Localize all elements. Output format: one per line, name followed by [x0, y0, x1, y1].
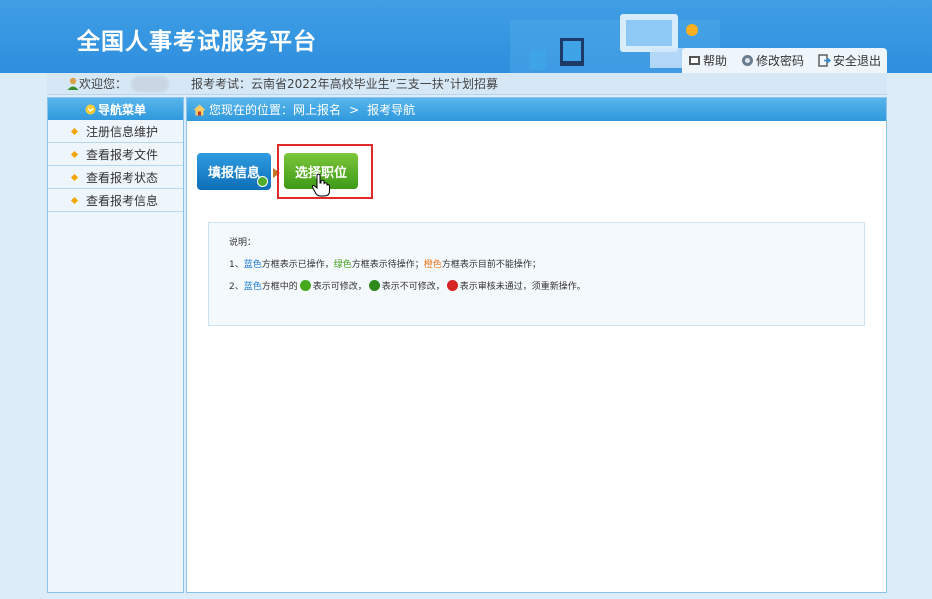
note-text: 表示审核未通过，须重新操作。 [459, 282, 586, 292]
logout-icon [818, 54, 831, 67]
user-name-blurred [131, 75, 170, 92]
editable-check-icon [299, 280, 311, 291]
breadcrumb-level2: 报考导航 [367, 103, 416, 117]
menu-toggle-icon [85, 104, 96, 114]
note-text: 方框表示已操作， [261, 260, 334, 270]
note-text: 方框中的 [261, 282, 298, 292]
hand-cursor-icon [311, 173, 330, 197]
step-fill-info-label: 填报信息 [207, 166, 260, 181]
exam-name: 云南省2022年高校毕业生“三支一扶”计划招募 [251, 77, 499, 91]
note-number: 2、 [229, 282, 244, 292]
breadcrumb-level1[interactable]: 网上报名 [293, 101, 341, 118]
green-text: 绿色 [333, 260, 352, 270]
note-text: 方框表示目前不能操作； [441, 260, 541, 270]
bullet-icon [70, 127, 79, 136]
note-number: 1、 [229, 260, 244, 270]
welcome-bar: 欢迎您： 报考考试： 云南省2022年高校毕业生“三支一扶”计划招募 [47, 73, 887, 95]
sidebar-item-exam-status[interactable]: 查看报考状态 [48, 166, 183, 189]
exam-prefix: 报考考试： [191, 77, 252, 91]
sidebar: 导航菜单 注册信息维护 查看报考文件 查看报考状态 查看报考信息 [47, 97, 184, 593]
bullet-icon [70, 150, 79, 159]
welcome-greeting: 欢迎您： [79, 77, 128, 91]
breadcrumb-separator: > [349, 102, 360, 117]
sidebar-item-register-info[interactable]: 注册信息维护 [48, 120, 183, 143]
sidebar-item-label: 查看报考信息 [86, 193, 159, 208]
sidebar-item-label: 查看报考文件 [86, 147, 159, 162]
logout-link[interactable]: 安全退出 [818, 52, 881, 69]
top-links: 帮助 修改密码 安全退出 [681, 48, 887, 73]
sidebar-header: 导航菜单 [48, 98, 183, 120]
breadcrumb: 您现在的位置： 网上报名 > 报考导航 [187, 98, 886, 121]
sidebar-item-label: 查看报考状态 [86, 170, 159, 185]
breadcrumb-prefix: 您现在的位置： [209, 103, 294, 117]
site-header: 全国人事考试服务平台 帮助 修改密码 安全退出 [0, 0, 932, 73]
rejected-warning-icon [446, 280, 458, 291]
bullet-icon [70, 173, 79, 182]
platform-title: 全国人事考试服务平台 [77, 29, 317, 55]
help-label: 帮助 [702, 54, 727, 68]
sidebar-item-label: 注册信息维护 [86, 124, 159, 139]
note-text: 表示不可修改， [381, 282, 445, 292]
blue-text: 蓝色 [243, 260, 262, 270]
blue-text: 蓝色 [243, 282, 262, 292]
note-text: 方框表示待操作； [351, 260, 424, 270]
not-editable-icon [368, 280, 380, 291]
home-icon [193, 104, 206, 115]
note-text: 表示可修改， [312, 282, 367, 292]
note-line-1: 1、 蓝色 方框表示已操作， 绿色 方框表示待操作； 橙色 方框表示目前不能操作… [229, 257, 541, 270]
orange-text: 橙色 [423, 260, 442, 270]
main-panel: 您现在的位置： 网上报名 > 报考导航 填报信息 选择职位 说明： 1、 蓝色 … [186, 97, 887, 593]
change-password-label: 修改密码 [755, 54, 804, 68]
note-title: 说明： [229, 238, 257, 248]
help-link[interactable]: 帮助 [688, 52, 727, 69]
help-icon [688, 56, 700, 65]
sidebar-item-exam-files[interactable]: 查看报考文件 [48, 143, 183, 166]
note-line-2: 2、 蓝色 方框中的 表示可修改， 表示不可修改， 表示审核未通过，须重新操作。 [229, 279, 586, 292]
step-fill-info-button[interactable]: 填报信息 [197, 153, 271, 190]
change-password-link[interactable]: 修改密码 [741, 52, 804, 69]
sidebar-item-exam-info[interactable]: 查看报考信息 [48, 189, 183, 212]
logout-label: 安全退出 [832, 54, 881, 68]
key-icon [741, 55, 753, 66]
check-icon [257, 176, 268, 187]
bullet-icon [70, 196, 79, 205]
user-icon [67, 77, 79, 90]
sidebar-title: 导航菜单 [97, 102, 146, 117]
instructions-box: 说明： 1、 蓝色 方框表示已操作， 绿色 方框表示待操作； 橙色 方框表示目前… [208, 222, 865, 326]
